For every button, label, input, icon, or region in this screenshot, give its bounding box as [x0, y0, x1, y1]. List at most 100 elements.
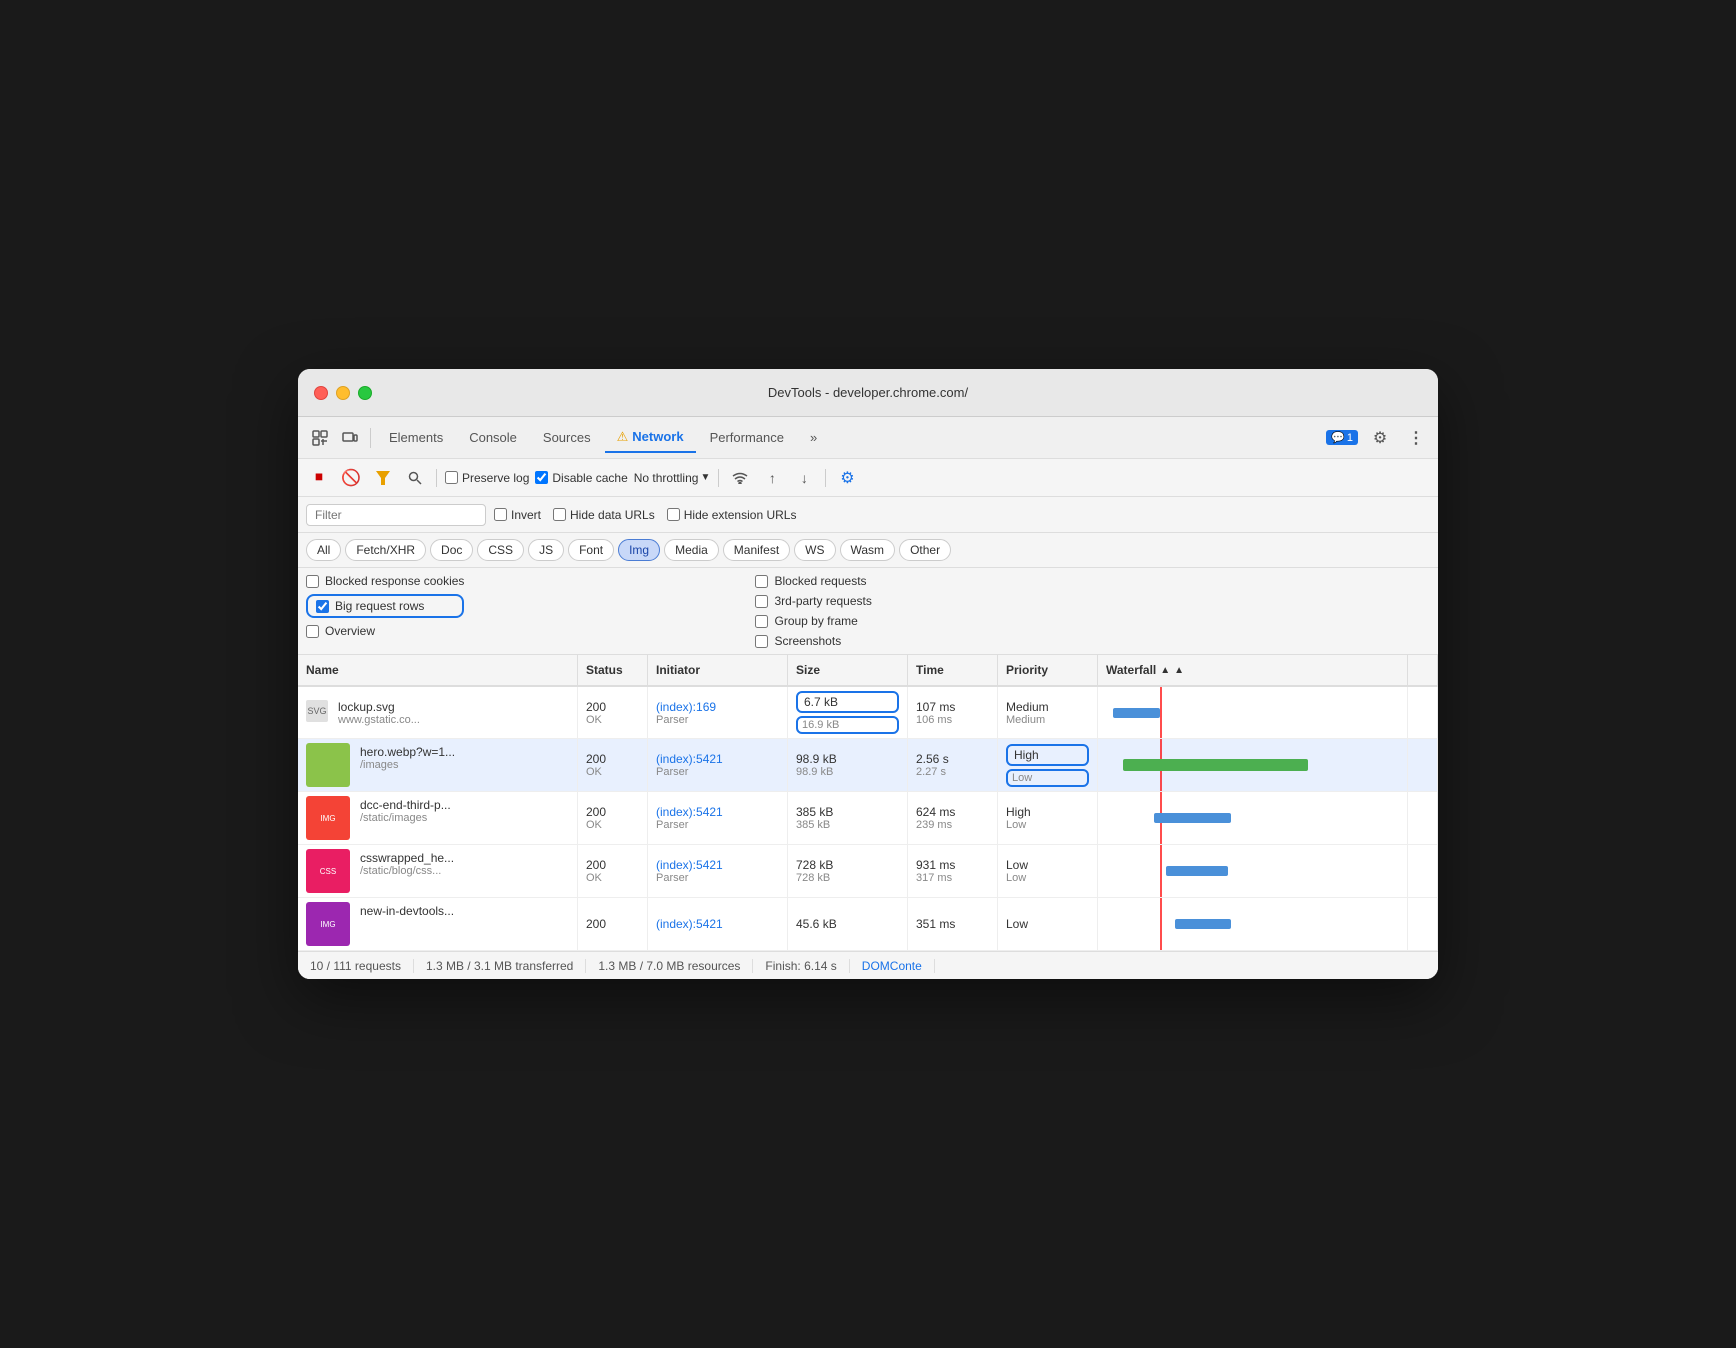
- screenshots-label: Screenshots: [774, 634, 841, 648]
- table-header: Name Status Initiator Size Time Priority: [298, 655, 1438, 687]
- filter-js[interactable]: JS: [528, 539, 564, 561]
- maximize-button[interactable]: [358, 386, 372, 400]
- disable-cache-label: Disable cache: [552, 471, 627, 485]
- cell-size-3: 385 kB 385 kB: [788, 792, 908, 844]
- table-row[interactable]: SVG lockup.svg www.gstatic.co... 200 OK …: [298, 687, 1438, 739]
- inspect-icon[interactable]: [306, 424, 334, 452]
- preserve-log-checkbox-group[interactable]: Preserve log: [445, 471, 529, 485]
- header-waterfall[interactable]: Waterfall ▲: [1098, 655, 1408, 685]
- filter-wasm[interactable]: Wasm: [840, 539, 896, 561]
- blocked-requests-checkbox[interactable]: [755, 575, 768, 588]
- invert-option[interactable]: Invert: [494, 508, 541, 522]
- disable-cache-checkbox[interactable]: [535, 471, 548, 484]
- blocked-response-cookies-option[interactable]: Blocked response cookies: [306, 574, 464, 588]
- hide-extension-urls-label: Hide extension URLs: [684, 508, 797, 522]
- filter-button[interactable]: [370, 465, 396, 491]
- stop-recording-button[interactable]: ⏹: [306, 465, 332, 491]
- hide-extension-urls-checkbox[interactable]: [667, 508, 680, 521]
- preserve-log-checkbox[interactable]: [445, 471, 458, 484]
- filter-options: Invert Hide data URLs Hide extension URL…: [494, 508, 796, 522]
- sort-asc-icon: ▲: [1160, 665, 1170, 676]
- filter-font[interactable]: Font: [568, 539, 614, 561]
- resource-icon-3: IMG: [306, 796, 350, 840]
- tab-console[interactable]: Console: [457, 424, 529, 451]
- header-priority[interactable]: Priority: [998, 655, 1098, 685]
- cell-time-4: 931 ms 317 ms: [908, 845, 998, 897]
- cell-name-4: CSS csswrapped_he... /static/blog/css...: [298, 845, 578, 897]
- dom-content-link[interactable]: DOMConte: [850, 959, 935, 973]
- tab-elements[interactable]: Elements: [377, 424, 455, 451]
- filter-media[interactable]: Media: [664, 539, 719, 561]
- big-request-rows-checkbox[interactable]: [316, 600, 329, 613]
- throttle-select[interactable]: No throttling ▼: [634, 471, 711, 485]
- more-options-icon[interactable]: ⋮: [1402, 424, 1430, 452]
- table-row[interactable]: IMG dcc-end-third-p... /static/images 20…: [298, 792, 1438, 845]
- close-button[interactable]: [314, 386, 328, 400]
- overview-option[interactable]: Overview: [306, 624, 464, 638]
- cell-time-2: 2.56 s 2.27 s: [908, 739, 998, 791]
- hide-extension-urls-option[interactable]: Hide extension URLs: [667, 508, 797, 522]
- cell-name-3: IMG dcc-end-third-p... /static/images: [298, 792, 578, 844]
- group-by-frame-checkbox[interactable]: [755, 615, 768, 628]
- filter-ws[interactable]: WS: [794, 539, 835, 561]
- download-icon[interactable]: ↓: [791, 465, 817, 491]
- blocked-response-cookies-checkbox[interactable]: [306, 575, 319, 588]
- cell-initiator-4: (index):5421 Parser: [648, 845, 788, 897]
- group-by-frame-option[interactable]: Group by frame: [755, 614, 871, 628]
- cell-initiator-5: (index):5421: [648, 898, 788, 950]
- filter-doc[interactable]: Doc: [430, 539, 473, 561]
- table-row[interactable]: CSS csswrapped_he... /static/blog/css...…: [298, 845, 1438, 898]
- tab-sources[interactable]: Sources: [531, 424, 603, 451]
- resource-icon-4: CSS: [306, 849, 350, 893]
- header-status[interactable]: Status: [578, 655, 648, 685]
- big-request-rows-option[interactable]: Big request rows: [306, 594, 464, 618]
- table-row[interactable]: hero.webp?w=1... /images 200 OK (index):…: [298, 739, 1438, 792]
- search-button[interactable]: [402, 465, 428, 491]
- type-filter-bar: All Fetch/XHR Doc CSS JS Font Img Media …: [298, 533, 1438, 568]
- header-initiator[interactable]: Initiator: [648, 655, 788, 685]
- filter-img[interactable]: Img: [618, 539, 660, 561]
- overview-label: Overview: [325, 624, 375, 638]
- tab-separator-1: [370, 428, 371, 448]
- cell-status-2: 200 OK: [578, 739, 648, 791]
- filter-manifest[interactable]: Manifest: [723, 539, 790, 561]
- filter-all[interactable]: All: [306, 539, 341, 561]
- cell-scroll-2: [1408, 739, 1438, 791]
- header-time[interactable]: Time: [908, 655, 998, 685]
- cell-initiator-1: (index):169 Parser: [648, 687, 788, 738]
- third-party-requests-option[interactable]: 3rd-party requests: [755, 594, 871, 608]
- header-size[interactable]: Size: [788, 655, 908, 685]
- overview-checkbox[interactable]: [306, 625, 319, 638]
- filter-css[interactable]: CSS: [477, 539, 524, 561]
- throttle-label: No throttling: [634, 471, 699, 485]
- cell-priority-1: Medium Medium: [998, 687, 1098, 738]
- third-party-requests-checkbox[interactable]: [755, 595, 768, 608]
- settings-icon[interactable]: ⚙: [1366, 424, 1394, 452]
- hide-data-urls-option[interactable]: Hide data URLs: [553, 508, 655, 522]
- clear-button[interactable]: 🚫: [338, 465, 364, 491]
- resource-icon-1: SVG: [306, 700, 328, 722]
- hide-data-urls-checkbox[interactable]: [553, 508, 566, 521]
- header-name[interactable]: Name: [298, 655, 578, 685]
- tab-more[interactable]: »: [798, 424, 829, 451]
- device-toolbar-icon[interactable]: [336, 424, 364, 452]
- cell-size-5: 45.6 kB: [788, 898, 908, 950]
- network-settings-icon[interactable]: ⚙: [834, 465, 860, 491]
- filter-fetch-xhr[interactable]: Fetch/XHR: [345, 539, 426, 561]
- invert-checkbox[interactable]: [494, 508, 507, 521]
- disable-cache-checkbox-group[interactable]: Disable cache: [535, 471, 627, 485]
- wifi-icon[interactable]: [727, 465, 753, 491]
- console-badge[interactable]: 💬 1: [1326, 430, 1358, 445]
- tab-performance[interactable]: Performance: [698, 424, 796, 451]
- tab-bar: Elements Console Sources ⚠ Network Perfo…: [298, 417, 1438, 459]
- table-row[interactable]: IMG new-in-devtools... 200 (index):5421: [298, 898, 1438, 951]
- screenshots-option[interactable]: Screenshots: [755, 634, 871, 648]
- tab-network[interactable]: ⚠ Network: [605, 423, 696, 453]
- upload-icon[interactable]: ↑: [759, 465, 785, 491]
- minimize-button[interactable]: [336, 386, 350, 400]
- filter-input[interactable]: [306, 504, 486, 526]
- blocked-requests-option[interactable]: Blocked requests: [755, 574, 871, 588]
- cell-status-1: 200 OK: [578, 687, 648, 738]
- filter-other[interactable]: Other: [899, 539, 951, 561]
- screenshots-checkbox[interactable]: [755, 635, 768, 648]
